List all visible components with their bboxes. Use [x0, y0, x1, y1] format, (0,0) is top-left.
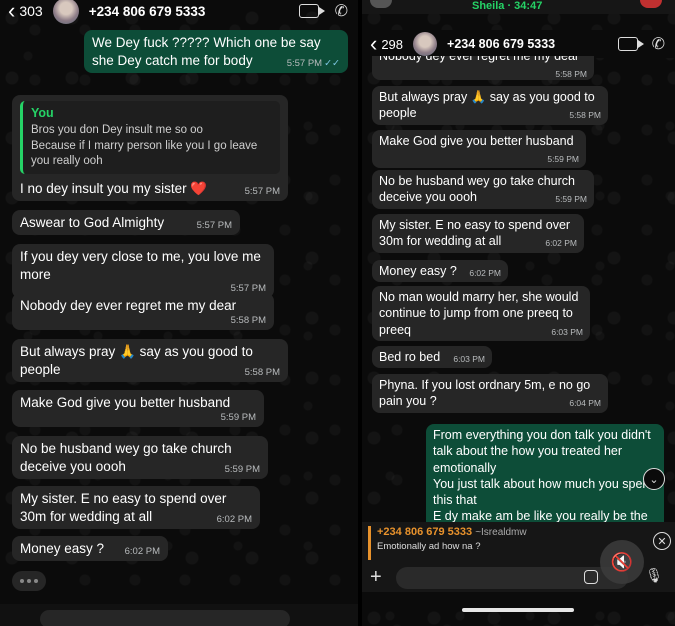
message-text: No be husband wey go take church deceive…	[379, 174, 575, 205]
message-time: 5:58 PM	[244, 366, 280, 378]
message-time: 6:02 PM	[124, 546, 160, 557]
message-bubble[interactable]: My sister. E no easy to spend over 30m f…	[12, 486, 260, 529]
message-text: Nobody dey ever regret me my dear	[379, 56, 580, 63]
end-call-icon[interactable]	[640, 0, 662, 8]
back-unread-count[interactable]: 298	[381, 37, 403, 52]
sticker-icon[interactable]	[584, 570, 598, 584]
call-status: Sheila · 34:47	[472, 0, 543, 12]
message-bubble[interactable]: Money easy ? 6:02 PM	[372, 260, 508, 283]
chat-header: ‹ 303 +234 806 679 5333 ✆	[0, 0, 358, 24]
message-time: 6:02 PM	[469, 268, 501, 278]
message-text: But always pray 🙏 say as you good to peo…	[379, 90, 595, 121]
message-text: From everything you don talk you didn't …	[433, 428, 657, 524]
message-text: I no dey insult you my sister ❤️	[20, 180, 208, 196]
muted-speaker-icon[interactable]: 🔇	[600, 540, 644, 584]
quoted-message[interactable]: You Bros you don Dey insult me so oo Bec…	[20, 101, 280, 174]
message-time: 5:57 PM	[244, 185, 280, 197]
message-time: 5:58 PM	[555, 69, 587, 80]
message-text: My sister. E no easy to spend over 30m f…	[20, 491, 227, 524]
chevron-left-icon[interactable]: ‹	[370, 33, 377, 55]
message-text: My sister. E no easy to spend over 30m f…	[379, 218, 571, 249]
message-bubble[interactable]: No man would marry her, she would contin…	[372, 286, 590, 341]
message-text: But always pray 🙏 say as you good to peo…	[20, 344, 253, 377]
video-call-icon[interactable]	[298, 4, 325, 18]
message-bubble[interactable]: No be husband wey go take church deceive…	[372, 170, 594, 209]
reply-sender-tag: ~Isrealdmw	[475, 527, 527, 538]
message-text: No be husband wey go take church deceive…	[20, 441, 232, 474]
message-time: 6:03 PM	[453, 354, 485, 364]
quoted-sender: You	[31, 106, 54, 120]
ongoing-call-strip[interactable]: Sheila · 34:47	[362, 0, 675, 14]
quoted-text: Bros you don Dey insult me so oo Because…	[31, 124, 258, 168]
message-text: Nobody dey ever regret me my dear	[20, 298, 237, 313]
message-time: 5:58 PM	[230, 314, 266, 326]
avatar[interactable]	[413, 32, 438, 56]
message-text: Money easy ?	[379, 264, 457, 278]
message-time: 6:03 PM	[551, 326, 583, 337]
back-unread-count[interactable]: 303	[19, 3, 42, 19]
message-time: 5:57 PM	[286, 57, 323, 69]
composer-bar	[0, 604, 358, 626]
contact-name[interactable]: +234 806 679 5333	[447, 37, 555, 51]
close-reply-icon[interactable]: ✕	[653, 532, 671, 550]
plus-icon[interactable]: +	[370, 566, 382, 589]
microphone-icon[interactable]: 🎙	[645, 567, 663, 584]
message-text: Make God give you better husband	[20, 395, 231, 410]
message-time: 5:58 PM	[569, 110, 601, 121]
message-time: 5:57 PM	[196, 220, 232, 231]
mic-off-icon[interactable]	[370, 0, 392, 8]
message-bubble[interactable]: Make God give you better husband 5:59 PM	[12, 390, 264, 427]
message-time: 5:59 PM	[555, 194, 587, 205]
message-bubble[interactable]: My sister. E no easy to spend over 30m f…	[372, 214, 584, 253]
message-bubble[interactable]: Nobody dey ever regret me my dear 5:58 P…	[372, 56, 594, 80]
message-time: 6:02 PM	[545, 238, 577, 249]
message-bubble[interactable]: Money easy ? 6:02 PM	[12, 536, 168, 562]
avatar[interactable]	[52, 0, 79, 24]
message-bubble[interactable]: If you dey very close to me, you love me…	[12, 244, 274, 299]
chevron-left-icon[interactable]: ‹	[8, 0, 15, 22]
message-bubble[interactable]: But always pray 🙏 say as you good to peo…	[372, 86, 608, 125]
message-time: 6:04 PM	[569, 398, 601, 409]
message-text: Aswear to God Almighty	[20, 215, 165, 230]
phone-call-icon[interactable]: ✆	[652, 34, 665, 54]
message-bubble[interactable]: We Dey fuck ????? Which one be say she D…	[84, 30, 348, 73]
chat-header: ‹ 298 +234 806 679 5333 ✆	[362, 30, 675, 58]
message-text: Make God give you better husband	[379, 134, 574, 148]
message-bubble[interactable]: Phyna. If you lost ordnary 5m, e no go p…	[372, 374, 608, 413]
message-bubble[interactable]: Aswear to God Almighty 5:57 PM	[12, 210, 240, 236]
message-text: If you dey very close to me, you love me…	[20, 249, 261, 282]
message-time: 6:02 PM	[216, 513, 252, 525]
right-chat-panel: Sheila · 34:47 ‹ 298 +234 806 679 5333 ✆…	[362, 0, 675, 626]
message-bubble[interactable]: But always pray 🙏 say as you good to peo…	[12, 339, 288, 382]
video-call-icon[interactable]	[617, 37, 644, 51]
message-input[interactable]	[40, 610, 290, 626]
reply-sender: +234 806 679 5333	[377, 526, 473, 538]
message-text: Money easy ?	[20, 541, 105, 556]
contact-name[interactable]: +234 806 679 5333	[89, 4, 206, 19]
message-bubble[interactable]: No be husband wey go take church deceive…	[12, 436, 268, 479]
message-bubble[interactable]: You Bros you don Dey insult me so oo Bec…	[12, 95, 288, 202]
message-bubble[interactable]: From everything you don talk you didn't …	[426, 424, 664, 524]
message-time: 5:59 PM	[220, 411, 256, 423]
message-bubble[interactable]: Make God give you better husband 5:59 PM	[372, 130, 586, 169]
left-chat-panel: ‹ 303 +234 806 679 5333 ✆ We Dey fuck ??…	[0, 0, 358, 626]
message-text: Bed ro bed	[379, 350, 441, 364]
scroll-down-button[interactable]: ⌄	[643, 468, 665, 490]
home-indicator	[462, 608, 574, 612]
message-time: 5:59 PM	[547, 154, 579, 165]
message-text: Phyna. If you lost ordnary 5m, e no go p…	[379, 378, 591, 409]
read-ticks-icon: ✓✓	[324, 57, 340, 69]
message-time: 5:59 PM	[224, 463, 260, 475]
phone-call-icon[interactable]: ✆	[335, 1, 348, 21]
typing-indicator	[12, 571, 46, 591]
message-bubble[interactable]: Bed ro bed 6:03 PM	[372, 346, 492, 369]
message-bubble[interactable]: Nobody dey ever regret me my dear 5:58 P…	[12, 293, 274, 330]
message-text: No man would marry her, she would contin…	[379, 290, 579, 337]
